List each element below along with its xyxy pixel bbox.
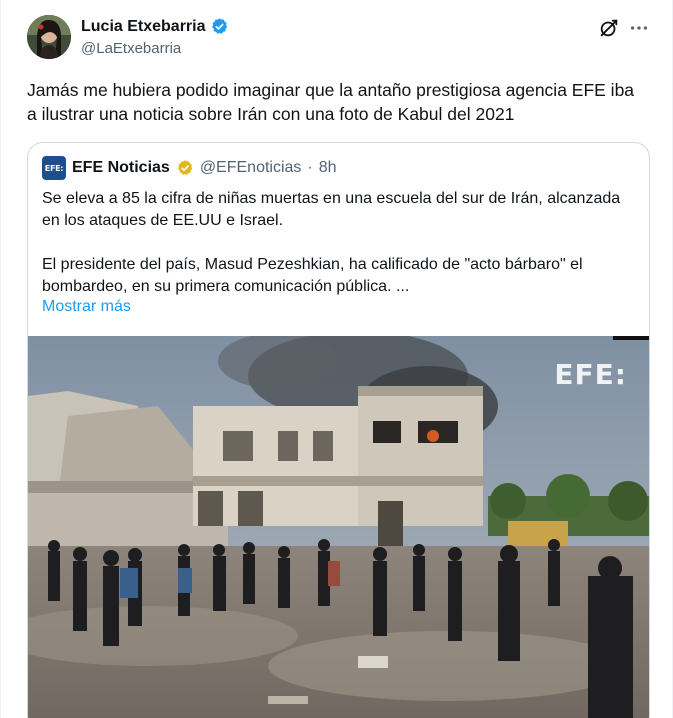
efe-logo[interactable]: EFE: [42, 156, 66, 180]
quoted-timestamp[interactable]: 8h [319, 159, 337, 177]
quoted-handle[interactable]: @EFEnoticias [200, 159, 302, 177]
tweet-card: Lucia Etxebarria @LaEtxebarria Jamás me … [0, 0, 673, 718]
quoted-paragraph-1: Se eleva a 85 la cifra de niñas muertas … [42, 190, 621, 229]
author-name-row: Lucia Etxebarria [81, 17, 229, 36]
quoted-separator: · [307, 159, 313, 176]
author-display-name[interactable]: Lucia Etxebarria [81, 18, 206, 36]
quoted-tweet[interactable]: EFE: EFE Noticias @EFEnoticias · 8h Se e… [27, 142, 650, 718]
avatar[interactable] [27, 15, 71, 59]
media-progress-bar [613, 336, 649, 340]
tweet-text: Jamás me hubiera podido imaginar que la … [27, 80, 635, 124]
quoted-paragraph-2: El presidente del país, Masud Pezeshkian… [42, 256, 583, 295]
more-icon[interactable] [628, 17, 650, 39]
efe-watermark: EFE: [554, 358, 627, 391]
verified-badge-icon [210, 17, 229, 36]
show-more-link[interactable]: Mostrar más [42, 298, 131, 316]
quoted-text: Se eleva a 85 la cifra de niñas muertas … [42, 188, 632, 298]
author-handle[interactable]: @LaEtxebarria [81, 40, 181, 57]
quoted-author-row: EFE: EFE Noticias @EFEnoticias · 8h [42, 156, 337, 180]
efe-logo-text: EFE: [44, 163, 64, 173]
quoted-media-image[interactable]: EFE: [28, 336, 649, 718]
verified-gold-icon [176, 159, 194, 177]
grok-icon[interactable] [598, 17, 620, 39]
quoted-display-name[interactable]: EFE Noticias [72, 159, 170, 177]
